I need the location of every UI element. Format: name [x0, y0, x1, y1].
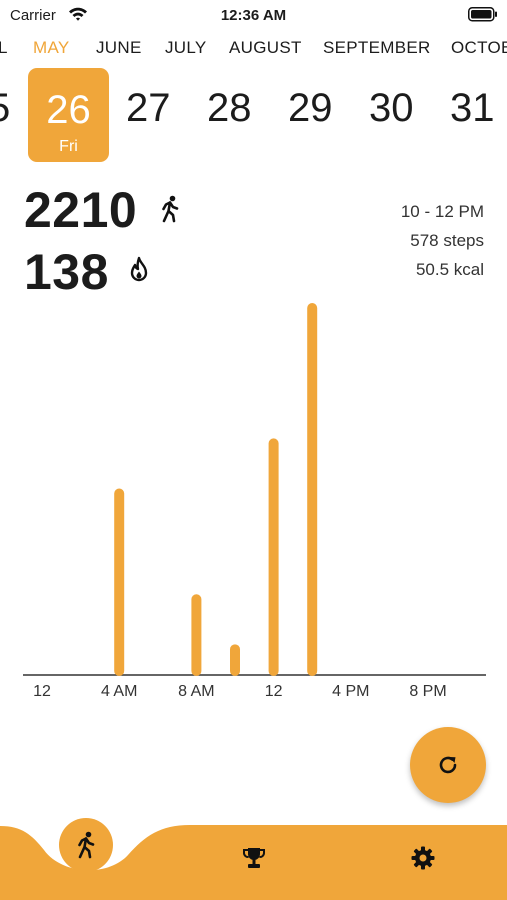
nav-settings-tab[interactable] — [407, 842, 439, 874]
x-tick-label: 8 AM — [178, 683, 215, 700]
x-tick-label: 8 PM — [409, 683, 447, 700]
walking-icon — [73, 831, 99, 859]
x-tick-label: 12 — [33, 683, 51, 700]
x-tick-label: 12 — [264, 683, 283, 700]
trophy-icon — [241, 845, 267, 871]
x-tick-label: 4 AM — [100, 683, 138, 700]
refresh-icon — [436, 753, 460, 777]
x-tick-label: 4 PM — [332, 683, 370, 700]
gear-icon — [410, 845, 436, 871]
nav-trophy-tab[interactable] — [238, 842, 270, 874]
nav-activity-tab[interactable] — [59, 818, 113, 872]
